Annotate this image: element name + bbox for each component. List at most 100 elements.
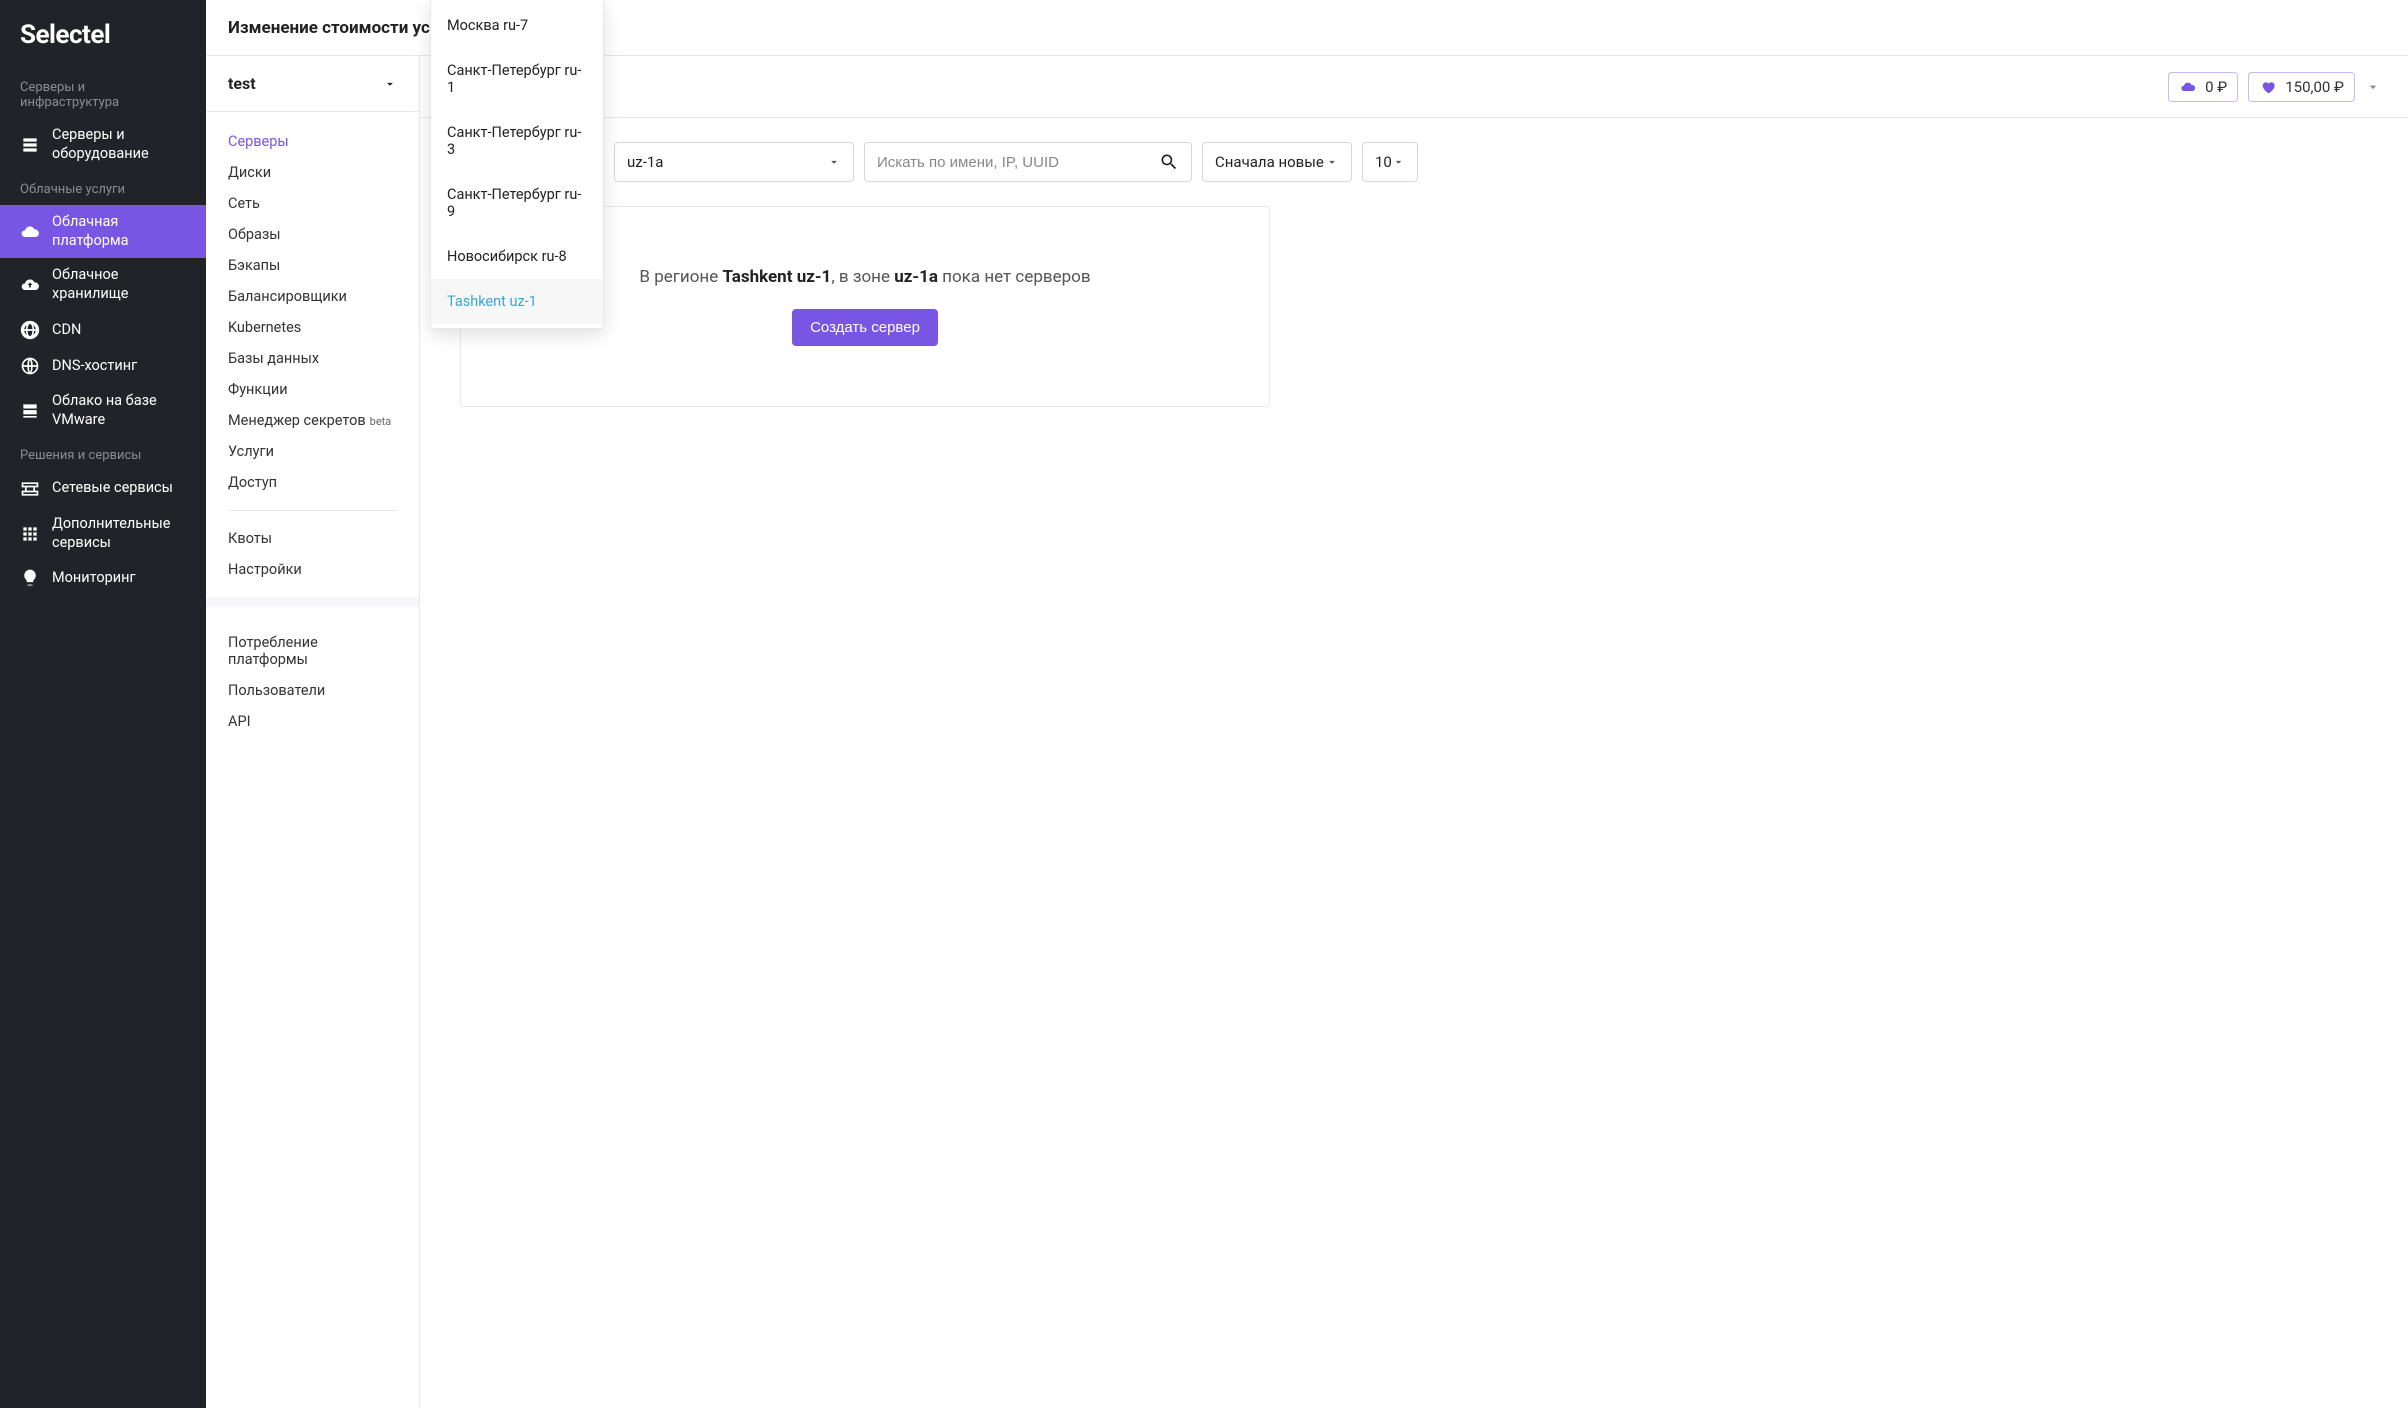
nav-item-label: Облако на базе VMware bbox=[52, 392, 186, 430]
project-nav-item[interactable]: Образы bbox=[206, 219, 419, 250]
nav-item-label: DNS-хостинг bbox=[52, 357, 186, 376]
project-nav-label: Бэкапы bbox=[228, 257, 280, 274]
project-nav-label: Сеть bbox=[228, 195, 260, 212]
nav-item-label: Серверы и оборудование bbox=[52, 126, 186, 164]
search-icon bbox=[1159, 152, 1179, 172]
project-nav-item[interactable]: Диски bbox=[206, 157, 419, 188]
nav-item-extra-services[interactable]: Дополнительные сервисы bbox=[0, 507, 206, 561]
project-nav-item[interactable]: Пользователи bbox=[206, 675, 419, 706]
price-cloud[interactable]: 0 ₽ bbox=[2168, 72, 2238, 102]
chevron-down-icon bbox=[2365, 79, 2381, 95]
project-nav-item[interactable]: Бэкапы bbox=[206, 250, 419, 281]
region-option[interactable]: Москва ru-7 bbox=[431, 3, 603, 48]
project-nav-item[interactable]: Функции bbox=[206, 374, 419, 405]
project-nav-label: Настройки bbox=[228, 561, 302, 578]
price-group[interactable]: 0 ₽ 150,00 ₽ bbox=[2163, 67, 2386, 107]
project-nav-item[interactable]: Сеть bbox=[206, 188, 419, 219]
chevron-down-icon bbox=[383, 77, 397, 91]
region-option[interactable]: Санкт-Петербург ru-3 bbox=[431, 110, 603, 172]
project-nav-label: Менеджер секретов bbox=[228, 412, 366, 429]
stack-icon bbox=[20, 401, 40, 421]
project-nav-item[interactable]: API bbox=[206, 706, 419, 737]
globe-lines-icon bbox=[20, 356, 40, 376]
project-nav-label: Kubernetes bbox=[228, 319, 301, 336]
project-nav-label: Доступ bbox=[228, 474, 277, 491]
heart-icon bbox=[2259, 78, 2277, 96]
globe-icon bbox=[20, 320, 40, 340]
chevron-down-icon bbox=[1392, 155, 1405, 169]
chevron-down-icon bbox=[827, 155, 841, 169]
project-nav-item[interactable]: Менеджер секретов beta bbox=[206, 405, 419, 436]
page-size-select[interactable]: 10 bbox=[1362, 142, 1418, 182]
project-nav-item[interactable]: Квоты bbox=[206, 523, 419, 554]
nav-item-net-services[interactable]: Сетевые сервисы bbox=[0, 471, 206, 507]
page-size-value: 10 bbox=[1375, 153, 1392, 171]
nav-item-label: Облачное хранилище bbox=[52, 266, 186, 304]
sort-value: Сначала новые bbox=[1215, 153, 1324, 171]
nav-item-monitoring[interactable]: Мониторинг bbox=[0, 560, 206, 596]
divider bbox=[206, 597, 419, 627]
project-nav-label: Балансировщики bbox=[228, 288, 347, 305]
project-nav-label: Базы данных bbox=[228, 350, 319, 367]
project-nav-label: Образы bbox=[228, 226, 281, 243]
project-nav-label: Серверы bbox=[228, 133, 289, 150]
project-switcher[interactable]: test bbox=[206, 56, 419, 112]
nav-item-label: CDN bbox=[52, 321, 186, 340]
region-option[interactable]: Санкт-Петербург ru-9 bbox=[431, 172, 603, 234]
brand-logo[interactable]: Selectel bbox=[0, 12, 206, 70]
project-nav-item[interactable]: Базы данных bbox=[206, 343, 419, 374]
region-dropdown: Москва ru-7Санкт-Петербург ru-1Санкт-Пет… bbox=[430, 0, 604, 329]
nav-item-servers-hw[interactable]: Серверы и оборудование bbox=[0, 118, 206, 172]
nav-section-label: Решения и сервисы bbox=[0, 438, 206, 471]
zone-select[interactable]: uz-1a bbox=[614, 142, 854, 182]
search-input[interactable] bbox=[877, 154, 1159, 171]
project-nav-item[interactable]: Балансировщики bbox=[206, 281, 419, 312]
bulb-icon bbox=[20, 568, 40, 588]
project-nav-item[interactable]: Услуги bbox=[206, 436, 419, 467]
create-server-button[interactable]: Создать сервер bbox=[792, 309, 938, 346]
nav-item-label: Облачная платформа bbox=[52, 213, 186, 251]
grid-icon bbox=[20, 524, 40, 544]
servers-icon bbox=[20, 135, 40, 155]
nav-item-label: Дополнительные сервисы bbox=[52, 515, 186, 553]
region-option[interactable]: Tashkent uz-1 bbox=[431, 279, 603, 324]
project-name: test bbox=[228, 74, 256, 93]
region-option[interactable]: Санкт-Петербург ru-1 bbox=[431, 48, 603, 110]
nav-item-cloud-storage[interactable]: Облачное хранилище bbox=[0, 258, 206, 312]
project-nav-item[interactable]: Kubernetes bbox=[206, 312, 419, 343]
search-input-wrap[interactable] bbox=[864, 142, 1192, 182]
project-nav-item[interactable]: Доступ bbox=[206, 467, 419, 498]
sort-select[interactable]: Сначала новые bbox=[1202, 142, 1352, 182]
page-title: Изменение стоимости услу bbox=[228, 18, 448, 38]
price-cloud-value: 0 ₽ bbox=[2205, 78, 2227, 96]
project-nav-label: Диски bbox=[228, 164, 271, 181]
main: Изменение стоимости услу 0 ₽ 150,00 ₽ bbox=[420, 0, 2408, 1408]
project-nav-item[interactable]: Потребление платформы bbox=[206, 627, 419, 675]
sidebar-secondary: test Серверы Диски Сеть Образы Бэкапы Баланси… bbox=[206, 0, 420, 1408]
divider bbox=[228, 510, 397, 511]
region-option[interactable]: Новосибирск ru-8 bbox=[431, 234, 603, 279]
nav-item-cdn[interactable]: CDN bbox=[0, 312, 206, 348]
beta-badge: beta bbox=[370, 415, 392, 428]
price-favorite-value: 150,00 ₽ bbox=[2285, 78, 2344, 96]
cloud-icon bbox=[2179, 78, 2197, 96]
chevron-down-icon bbox=[1325, 155, 1339, 169]
project-nav-label: Функции bbox=[228, 381, 288, 398]
project-nav-item[interactable]: Настройки bbox=[206, 554, 419, 585]
sidebar-primary: Selectel Серверы и инфраструктураСерверы… bbox=[0, 0, 206, 1408]
price-toolbar: 0 ₽ 150,00 ₽ bbox=[420, 56, 2408, 118]
project-nav: Серверы Диски Сеть Образы Бэкапы Балансировщи… bbox=[206, 112, 419, 751]
nav-item-vmware[interactable]: Облако на базе VMware bbox=[0, 384, 206, 438]
cloud-up-icon bbox=[20, 275, 40, 295]
content: Москва ru-7Санкт-Петербург ru-1Санкт-Пет… bbox=[420, 118, 2408, 431]
network-icon bbox=[20, 479, 40, 499]
nav-item-dns[interactable]: DNS-хостинг bbox=[0, 348, 206, 384]
project-nav-item[interactable]: Серверы bbox=[206, 126, 419, 157]
nav-item-cloud-platform[interactable]: Облачная платформа bbox=[0, 205, 206, 259]
project-nav-label: Услуги bbox=[228, 443, 274, 460]
project-nav-label: Потребление платформы bbox=[228, 634, 397, 668]
price-favorite[interactable]: 150,00 ₽ bbox=[2248, 72, 2355, 102]
filter-row: uz-1a Сначала новые 10 bbox=[444, 142, 2384, 182]
cloud-s-icon bbox=[20, 222, 40, 242]
project-nav-label: Квоты bbox=[228, 530, 272, 547]
